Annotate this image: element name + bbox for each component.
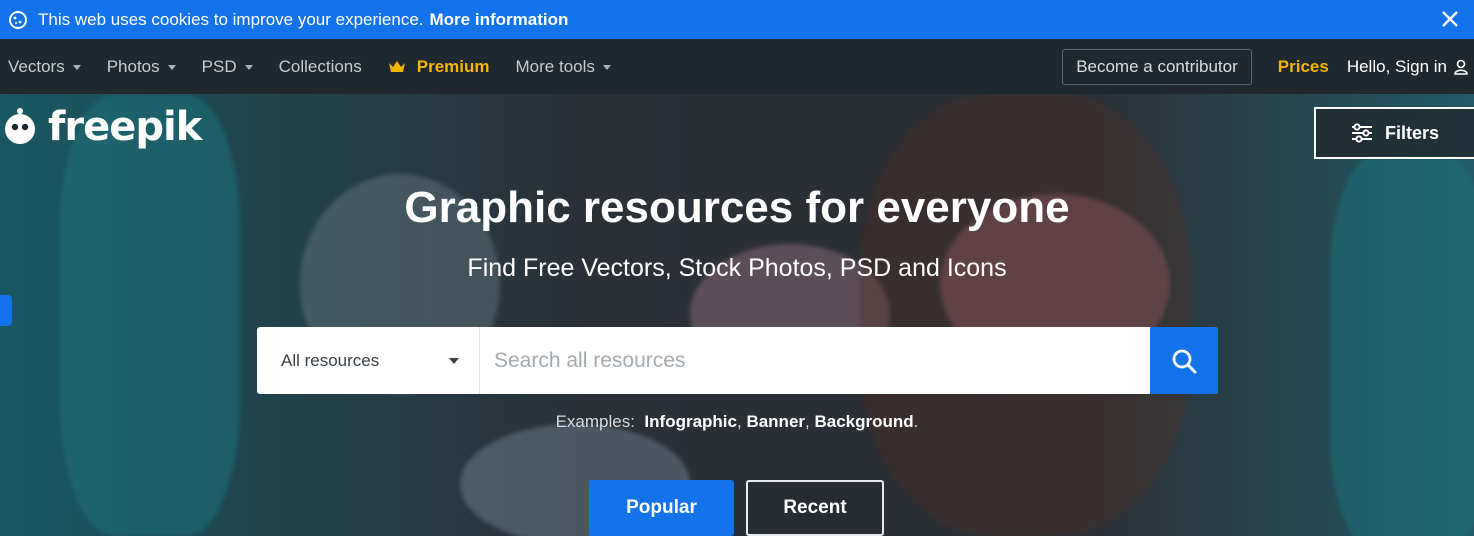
freepik-logo-text: freepik <box>48 104 202 150</box>
close-icon[interactable] <box>1440 9 1460 29</box>
nav-premium-label: Premium <box>416 56 490 76</box>
sign-in-link[interactable]: Hello, Sign in <box>1347 57 1468 77</box>
nav-photos[interactable]: Photos <box>107 57 176 77</box>
nav-more-tools-label: More tools <box>515 56 595 76</box>
nav-photos-label: Photos <box>106 56 160 76</box>
cookie-more-info-link[interactable]: More information <box>430 10 569 30</box>
crown-icon <box>388 60 405 72</box>
examples-label: Examples: <box>555 412 635 431</box>
chevron-down-icon <box>602 65 611 70</box>
nav-vectors[interactable]: Vectors <box>8 57 81 77</box>
tab-popular[interactable]: Popular <box>589 480 734 536</box>
chevron-down-icon <box>72 65 81 70</box>
search-icon <box>1172 349 1197 373</box>
nav-more-tools[interactable]: More tools <box>516 57 611 77</box>
example-link-infographic[interactable]: Infographic <box>644 412 737 431</box>
nav-collections-label: Collections <box>278 56 362 76</box>
cookie-icon <box>9 10 27 29</box>
search-button[interactable] <box>1150 327 1218 394</box>
nav-psd-label: PSD <box>201 56 237 76</box>
nav-psd[interactable]: PSD <box>202 57 253 77</box>
resource-type-value: All resources <box>281 350 380 370</box>
resource-type-select[interactable]: All resources <box>257 327 480 394</box>
tab-recent[interactable]: Recent <box>746 480 884 536</box>
become-contributor-button[interactable]: Become a contributor <box>1062 48 1252 85</box>
user-icon <box>1454 59 1468 75</box>
hero-title: Graphic resources for everyone <box>404 183 1070 232</box>
search-input[interactable] <box>480 327 1150 394</box>
cookie-message: This web uses cookies to improve your ex… <box>38 9 424 29</box>
prices-link[interactable]: Prices <box>1278 57 1329 77</box>
nav-collections[interactable]: Collections <box>279 57 362 77</box>
side-feedback-tab[interactable] <box>0 295 12 326</box>
chevron-down-icon <box>449 357 459 364</box>
freepik-logo[interactable]: freepik <box>0 104 202 150</box>
example-link-background[interactable]: Background <box>814 412 913 431</box>
nav-vectors-label: Vectors <box>8 56 65 76</box>
search-bar: All resources <box>257 327 1218 394</box>
cookie-banner: This web uses cookies to improve your ex… <box>0 0 1474 39</box>
sign-in-label: Hello, Sign in <box>1346 56 1447 76</box>
filters-button[interactable]: Filters <box>1314 107 1474 159</box>
filters-label: Filters <box>1384 122 1440 143</box>
top-navbar: Vectors Photos PSD Collections Premium M… <box>0 39 1474 94</box>
search-examples: Examples: Infographic, Banner, Backgroun… <box>555 412 919 431</box>
nav-premium[interactable]: Premium <box>388 57 490 77</box>
sliders-icon <box>1351 123 1372 143</box>
hero-subtitle: Find Free Vectors, Stock Photos, PSD and… <box>467 254 1007 282</box>
chevron-down-icon <box>244 65 253 70</box>
example-link-banner[interactable]: Banner <box>746 412 805 431</box>
hero-section: freepik Filters Graphic resources for ev… <box>0 94 1474 536</box>
chevron-down-icon <box>167 65 176 70</box>
freepik-logo-icon <box>5 108 35 144</box>
